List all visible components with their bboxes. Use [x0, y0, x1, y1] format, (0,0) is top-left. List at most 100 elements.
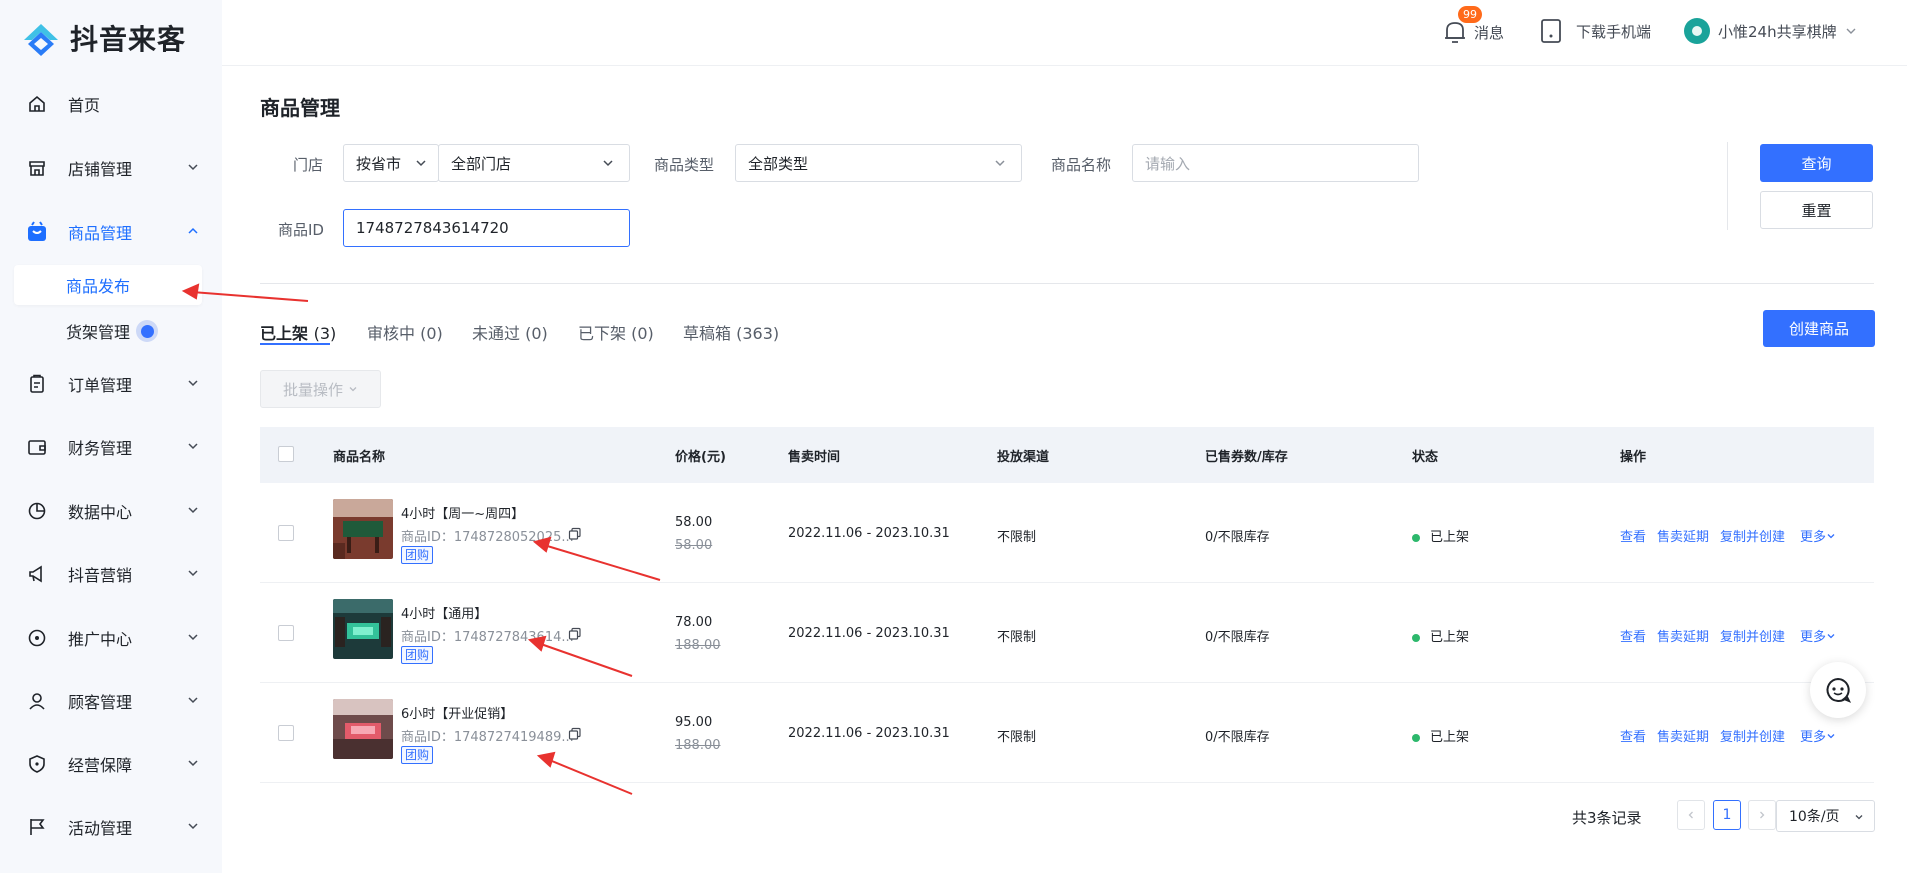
page-1-button[interactable]: 1: [1713, 800, 1741, 830]
next-page-button[interactable]: [1748, 800, 1776, 830]
product-id-value: 1748727843614720: [356, 219, 509, 237]
customer-service-button[interactable]: [1810, 662, 1866, 718]
tab-label: 未通过: [472, 324, 521, 343]
sidebar-item-marketing[interactable]: 抖音营销: [0, 554, 222, 594]
original-price: 58.00: [675, 538, 713, 553]
avatar: [1684, 18, 1710, 44]
chevron-down-icon: [603, 160, 613, 167]
tab-off-shelf[interactable]: 已下架 (0): [578, 320, 654, 344]
view-link[interactable]: 查看: [1620, 626, 1646, 645]
product-name: 4小时【周一~周四】: [401, 507, 525, 522]
tab-on-shelf[interactable]: 已上架 (3): [260, 320, 336, 344]
original-price: 188.00: [675, 738, 721, 753]
chevron-right-icon: [1760, 811, 1765, 819]
download-app-button[interactable]: 下载手机端: [1540, 18, 1651, 44]
sidebar-item-label: 顾客管理: [68, 693, 133, 712]
sidebar-item-data[interactable]: 数据中心: [0, 491, 222, 531]
tab-count: (363): [736, 324, 780, 343]
tab-rejected[interactable]: 未通过 (0): [472, 320, 548, 344]
megaphone-icon: [26, 563, 48, 585]
app-name: 抖音来客: [70, 23, 187, 56]
channel: 不限制: [997, 530, 1037, 545]
sidebar-item-orders[interactable]: 订单管理: [0, 364, 222, 404]
sidebar-item-store[interactable]: 店铺管理: [0, 148, 222, 188]
extend-sale-link[interactable]: 售卖延期: [1657, 526, 1709, 545]
user-name: 小惟24h共享棋牌: [1718, 22, 1837, 41]
original-price: 188.00: [675, 638, 721, 653]
sale-time: 2022.11.06 - 2023.10.31: [788, 726, 950, 741]
column-header: 投放渠道: [997, 450, 1050, 465]
create-product-button[interactable]: 创建商品: [1763, 310, 1875, 347]
chevron-down-icon: [349, 387, 357, 392]
sidebar-item-customers[interactable]: 顾客管理: [0, 681, 222, 721]
copy-icon[interactable]: [568, 627, 582, 641]
sidebar-item-home[interactable]: 首页: [0, 84, 222, 124]
sidebar-item-activity[interactable]: 活动管理: [0, 807, 222, 847]
tab-reviewing[interactable]: 审核中 (0): [367, 320, 443, 344]
view-link[interactable]: 查看: [1620, 526, 1646, 545]
query-button[interactable]: 查询: [1760, 144, 1873, 182]
chevron-down-icon: [188, 570, 198, 577]
sidebar-subitem-shelf[interactable]: 货架管理: [0, 311, 222, 351]
product-thumbnail[interactable]: [333, 499, 393, 559]
prev-page-button[interactable]: [1677, 800, 1705, 830]
tab-active-indicator: [260, 343, 330, 345]
sidebar-item-promotion[interactable]: 推广中心: [0, 618, 222, 658]
price: 58.00: [675, 515, 713, 530]
product-thumbnail[interactable]: [333, 599, 393, 659]
status-dot: [1412, 733, 1420, 742]
type-select[interactable]: 全部类型: [735, 144, 1022, 182]
tab-label: 已下架: [578, 324, 627, 343]
sidebar-subitem-publish[interactable]: 商品发布: [14, 265, 202, 305]
batch-operation-button[interactable]: 批量操作: [260, 370, 381, 408]
product-name: 6小时【开业促销】: [401, 707, 514, 722]
app-logo[interactable]: 抖音来客: [20, 18, 186, 58]
product-id: 商品ID：1748727419489...: [401, 730, 574, 745]
copy-create-link[interactable]: 复制并创建: [1720, 626, 1785, 645]
bell-icon: 99: [1442, 6, 1482, 46]
copy-icon[interactable]: [568, 527, 582, 541]
tab-label: 已上架: [260, 324, 309, 343]
select-all-checkbox[interactable]: [278, 446, 294, 462]
page-size-select[interactable]: 10条/页: [1776, 800, 1875, 832]
messages-button[interactable]: 99 消息: [1442, 6, 1504, 46]
store-scope-select[interactable]: 按省市: [343, 144, 439, 182]
sidebar-item-finance[interactable]: 财务管理: [0, 427, 222, 467]
chevron-down-icon: [188, 507, 198, 514]
table-row: 4小时【周一~周四】 商品ID：1748728052025... 团购 58.0…: [260, 483, 1874, 583]
sidebar-item-goods[interactable]: 商品管理: [0, 212, 222, 252]
more-menu[interactable]: 更多: [1800, 626, 1836, 645]
extend-sale-link[interactable]: 售卖延期: [1657, 726, 1709, 745]
product-id: 商品ID：1748728052025...: [401, 530, 574, 545]
tab-count: (0): [631, 324, 654, 343]
more-menu[interactable]: 更多: [1800, 526, 1836, 545]
wallet-icon: [26, 436, 48, 458]
sidebar-item-assurance[interactable]: 经营保障: [0, 744, 222, 784]
copy-icon[interactable]: [568, 727, 582, 741]
tab-count: (3): [313, 324, 337, 343]
status: 已上架: [1412, 526, 1469, 545]
filter-divider: [1727, 142, 1728, 230]
row-checkbox[interactable]: [278, 625, 294, 641]
extend-sale-link[interactable]: 售卖延期: [1657, 626, 1709, 645]
table-row: 4小时【通用】 商品ID：1748727843614... 团购 78.00 1…: [260, 583, 1874, 683]
copy-create-link[interactable]: 复制并创建: [1720, 526, 1785, 545]
user-menu[interactable]: 小惟24h共享棋牌: [1684, 18, 1857, 44]
sidebar-item-label: 推广中心: [68, 630, 133, 649]
reset-button[interactable]: 重置: [1760, 191, 1873, 229]
product-id-input[interactable]: 1748727843614720: [343, 209, 630, 247]
product-thumbnail[interactable]: [333, 699, 393, 759]
column-header: 商品名称: [333, 450, 386, 465]
row-checkbox[interactable]: [278, 525, 294, 541]
tab-drafts[interactable]: 草稿箱 (363): [683, 320, 779, 344]
store-select[interactable]: 全部门店: [438, 144, 630, 182]
more-menu[interactable]: 更多: [1800, 726, 1836, 745]
row-checkbox[interactable]: [278, 725, 294, 741]
sidebar-item-label: 商品管理: [68, 224, 133, 243]
group-buy-tag: 团购: [401, 746, 434, 764]
chevron-left-icon: [1688, 811, 1693, 819]
view-link[interactable]: 查看: [1620, 726, 1646, 745]
product-name-input[interactable]: 请输入: [1132, 144, 1419, 182]
copy-create-link[interactable]: 复制并创建: [1720, 726, 1785, 745]
sidebar-item-label: 数据中心: [68, 503, 133, 522]
